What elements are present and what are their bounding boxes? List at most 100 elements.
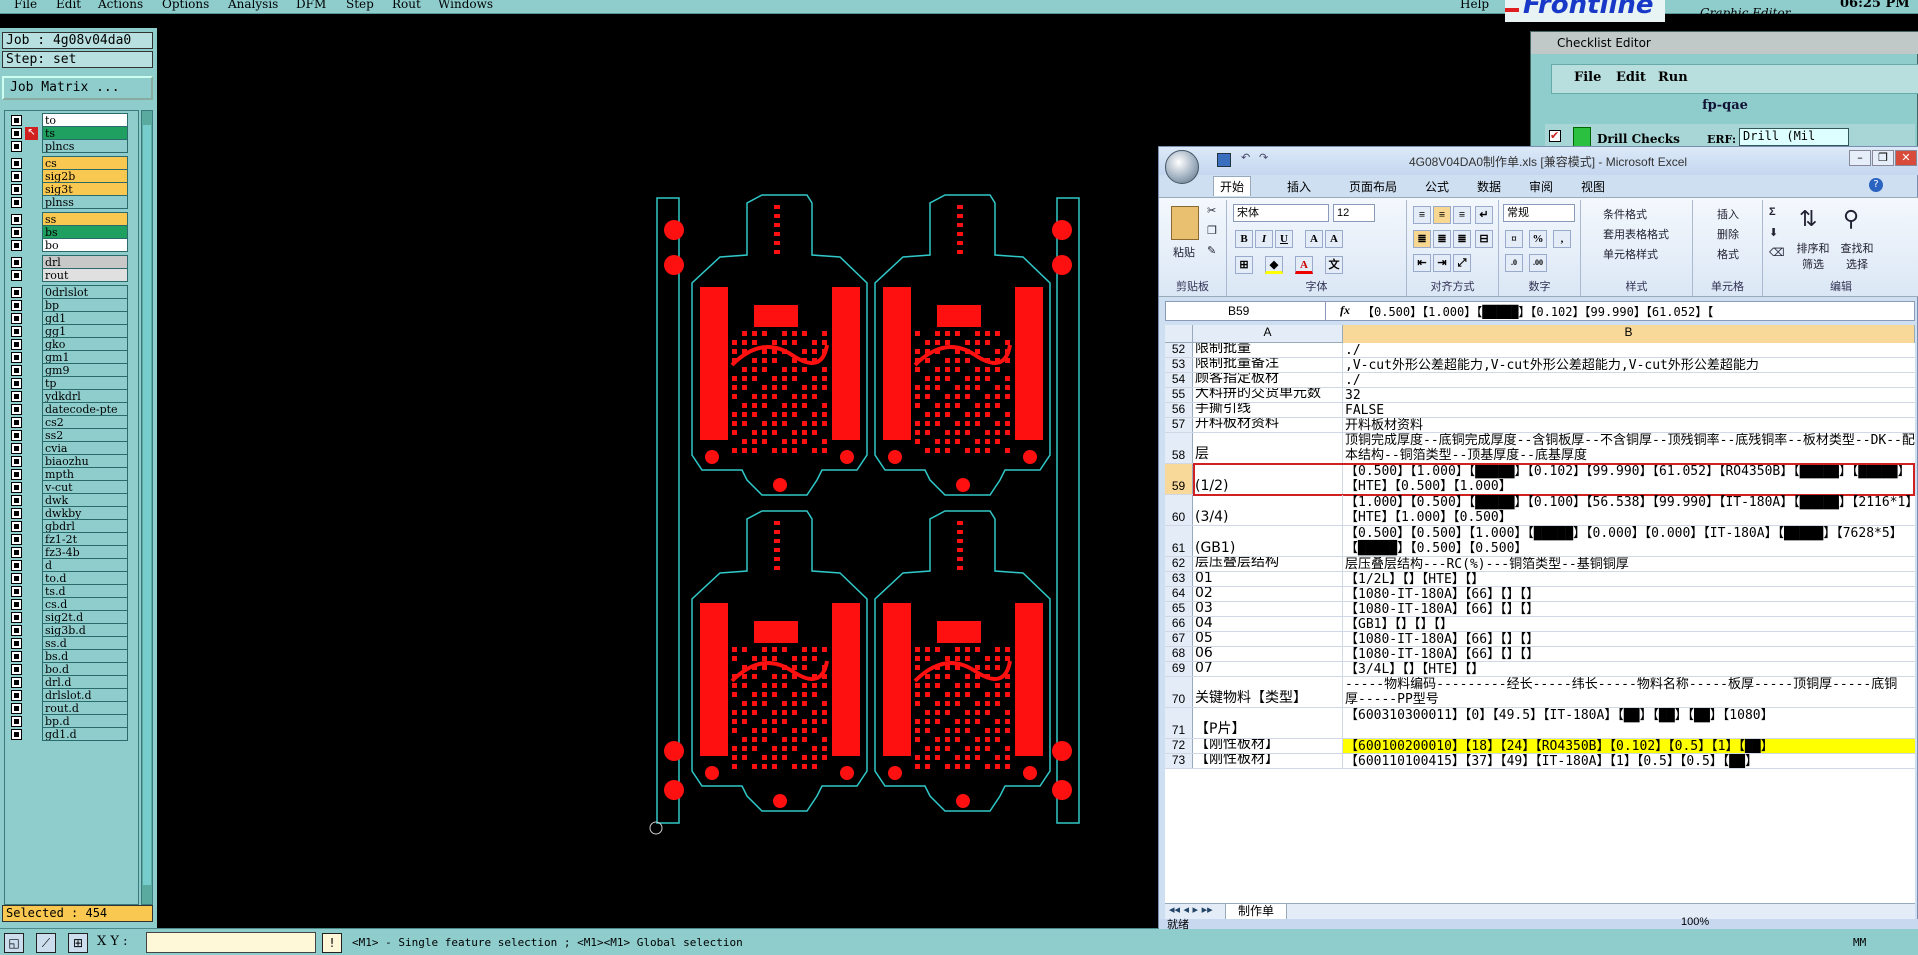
layer-name[interactable]: cs2 — [42, 415, 128, 429]
measure-tool-button[interactable]: ⟋ — [36, 933, 56, 953]
layer-name[interactable]: ss — [42, 212, 128, 226]
cell-b[interactable]: ,V-cut外形公差超能力,V-cut外形公差超能力,V-cut外形公差超能力 — [1343, 358, 1915, 372]
table-row[interactable]: 60 (3/4) 【1.000】【0.500】【█████】【0.100】【56.5… — [1165, 495, 1915, 526]
shrink-font-icon[interactable]: A — [1325, 230, 1343, 248]
table-row[interactable]: 72 【刚性板材】 【600100200010】【18】【24】【RO4350B】【… — [1165, 738, 1915, 754]
format-cells-button[interactable]: 格式 — [1717, 246, 1739, 262]
table-row[interactable]: 66 04 【GB1】【】【】【】 — [1165, 616, 1915, 632]
table-format-button[interactable]: 套用表格格式 — [1603, 226, 1669, 242]
table-row[interactable]: 70 关键物料【类型】 -----物料编码---------经长-----纬长---… — [1165, 677, 1915, 708]
cell-style-button[interactable]: 单元格样式 — [1603, 246, 1658, 262]
layer-checkbox[interactable] — [11, 417, 22, 428]
layer-name[interactable]: drl.d — [42, 675, 128, 689]
cell-a[interactable]: 关键物料【类型】 — [1193, 677, 1343, 707]
tab-view[interactable]: 视图 — [1581, 178, 1605, 195]
layer-name[interactable]: 0drlslot — [42, 285, 128, 299]
row-number[interactable]: 62 — [1165, 556, 1193, 571]
row-number[interactable]: 65 — [1165, 601, 1193, 616]
layer-checkbox[interactable] — [11, 197, 22, 208]
row-number[interactable]: 63 — [1165, 571, 1193, 586]
row-number[interactable]: 72 — [1165, 738, 1193, 753]
layer-checkbox[interactable] — [11, 158, 22, 169]
cell-a[interactable]: 限制批量 — [1193, 343, 1343, 357]
cell-a[interactable]: (1/2) — [1193, 464, 1343, 494]
layer-name[interactable]: to — [42, 113, 128, 127]
increase-decimal-icon[interactable]: .0 — [1505, 254, 1523, 272]
layer-checkbox[interactable] — [11, 378, 22, 389]
layer-name[interactable]: bs — [42, 225, 128, 239]
layer-name[interactable]: bp.d — [42, 714, 128, 728]
menu-help[interactable]: Help — [1460, 0, 1489, 11]
table-row[interactable]: 63 01 【1/2L】【】【HTE】【】 — [1165, 571, 1915, 587]
zoom-level[interactable]: 100% — [1681, 916, 1709, 928]
border-icon[interactable]: ⊞ — [1235, 256, 1253, 274]
layer-name[interactable]: v-cut — [42, 480, 128, 494]
graphic-canvas[interactable] — [157, 28, 1157, 928]
layer-checkbox[interactable] — [11, 547, 22, 558]
layer-checkbox[interactable] — [11, 391, 22, 402]
layer-row[interactable]: rout — [5, 268, 138, 283]
layer-checkbox[interactable] — [11, 638, 22, 649]
sheet-nav-icon[interactable]: ◂◂ ◂ ▸ ▸▸ — [1169, 903, 1213, 916]
cell-b[interactable]: ./ — [1343, 343, 1915, 357]
row-number[interactable]: 70 — [1165, 677, 1193, 707]
layer-checkbox[interactable] — [11, 729, 22, 740]
layer-name[interactable]: cs.d — [42, 597, 128, 611]
cell-a[interactable]: 04 — [1193, 617, 1343, 631]
cell-a[interactable]: 开料板材资料 — [1193, 418, 1343, 432]
row-number[interactable]: 68 — [1165, 646, 1193, 661]
currency-icon[interactable]: ¤ — [1505, 230, 1523, 248]
layer-name[interactable]: gbdrl — [42, 519, 128, 533]
checklist-titlebar[interactable]: Checklist Editor — [1531, 32, 1918, 54]
layer-checkbox[interactable] — [11, 404, 22, 415]
layer-name[interactable]: bp — [42, 298, 128, 312]
alert-icon[interactable]: ! — [322, 933, 342, 953]
layer-name[interactable]: gm9 — [42, 363, 128, 377]
cell-a[interactable]: 【刚性板材】 — [1193, 754, 1343, 768]
layer-checkbox[interactable] — [11, 495, 22, 506]
cell-a[interactable]: 【刚性板材】 — [1193, 739, 1343, 753]
format-painter-icon[interactable]: ✎ — [1207, 244, 1216, 257]
fx-icon[interactable]: fx — [1340, 303, 1350, 318]
layer-checkbox[interactable] — [11, 141, 22, 152]
cell-b[interactable]: 【1.000】【0.500】【█████】【0.100】【56.538】【99.… — [1343, 495, 1915, 525]
layer-checkbox[interactable] — [11, 430, 22, 441]
table-row[interactable]: 67 05 【1080-IT-180A】【66】【】【】 — [1165, 631, 1915, 647]
layer-name[interactable]: d — [42, 558, 128, 572]
layer-checkbox[interactable] — [11, 612, 22, 623]
italic-button[interactable]: I — [1255, 230, 1273, 248]
align-middle-icon[interactable]: ≡ — [1433, 206, 1451, 224]
checklist-menu-run[interactable]: Run — [1658, 70, 1688, 85]
layer-name[interactable]: sig3t — [42, 182, 128, 196]
layer-name[interactable]: sig3b.d — [42, 623, 128, 637]
layer-name[interactable]: gg1 — [42, 324, 128, 338]
cell-b[interactable]: 【1080-IT-180A】【66】【】【】 — [1343, 602, 1915, 616]
cell-a[interactable]: (3/4) — [1193, 495, 1343, 525]
find-select-button[interactable]: 查找和选择 — [1837, 240, 1877, 272]
autosum-icon[interactable]: Σ — [1769, 206, 1776, 218]
layer-checkbox[interactable] — [11, 128, 22, 139]
cell-b[interactable]: 顶铜完成厚度--底铜完成厚度--含铜板厚--不含铜厚--顶残铜率--底残铜率--… — [1343, 433, 1915, 463]
layer-checkbox[interactable] — [11, 560, 22, 571]
font-color-icon[interactable]: A — [1295, 256, 1313, 274]
table-row[interactable]: 65 03 【1080-IT-180A】【66】【】【】 — [1165, 601, 1915, 617]
layer-name[interactable]: drlslot.d — [42, 688, 128, 702]
layer-checkbox[interactable] — [11, 508, 22, 519]
layer-row[interactable]: bo — [5, 238, 138, 253]
table-row[interactable]: 54 顾客指定板材 ./ — [1165, 372, 1915, 388]
layer-checkbox[interactable] — [11, 365, 22, 376]
insert-cells-button[interactable]: 插入 — [1717, 206, 1739, 222]
align-center-icon[interactable]: ≣ — [1433, 230, 1451, 248]
increase-indent-icon[interactable]: ⇥ — [1433, 254, 1451, 272]
row-number[interactable]: 54 — [1165, 372, 1193, 387]
table-row[interactable]: 68 06 【1080-IT-180A】【66】【】【】 — [1165, 646, 1915, 662]
checklist-menu-edit[interactable]: Edit — [1616, 70, 1646, 85]
restore-button[interactable]: ❐ — [1872, 150, 1894, 166]
cell-b[interactable]: 【GB1】【】【】【】 — [1343, 617, 1915, 631]
cell-b[interactable]: 【0.500】【1.000】【█████】【0.102】【99.990】【61.… — [1343, 464, 1915, 494]
layer-name[interactable]: sig2t.d — [42, 610, 128, 624]
table-row[interactable]: 59 (1/2) 【0.500】【1.000】【█████】【0.102】【99.9… — [1165, 464, 1915, 495]
cell-b[interactable]: 层压叠层结构---RC(%)---铜箔类型--基铜铜厚 — [1343, 557, 1915, 571]
cell-b[interactable]: 【3/4L】【】【HTE】【】 — [1343, 662, 1915, 676]
cell-a[interactable]: 03 — [1193, 602, 1343, 616]
